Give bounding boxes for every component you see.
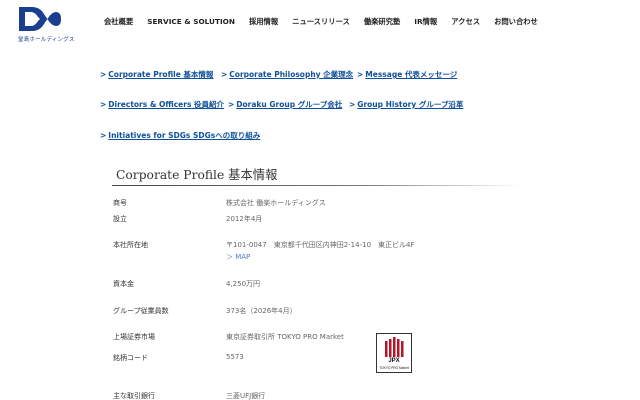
row-label-stock-market: 上場証券市場	[113, 333, 155, 341]
row-label-main-bank: 主な取引銀行	[113, 392, 155, 400]
chevron-right-icon: >	[100, 131, 107, 140]
company-logo[interactable]: 堂島ホールディングス	[14, 4, 74, 43]
row-value-employees: 373名（2026年4月）	[226, 307, 297, 315]
anchor-corporate-profile[interactable]: > Corporate Profile 基本情報	[100, 69, 213, 80]
nav-recruit[interactable]: 採用情報	[249, 17, 278, 27]
row-label-employees: グループ従業員数	[113, 307, 169, 315]
infinity-logo-icon	[19, 7, 61, 31]
row-label-capital: 資本金	[113, 280, 134, 288]
nav-service-solution[interactable]: SERVICE & SOLUTION	[147, 17, 235, 27]
anchor-label: Initiatives for SDGs SDGsへの取り組み	[108, 131, 261, 140]
anchor-message[interactable]: > Message 代表メッセージ	[357, 69, 457, 80]
row-value-main-bank: 三菱UFJ銀行	[226, 392, 266, 400]
jpx-sublabel: TOKYO PRO Market	[379, 366, 409, 370]
anchor-group-history[interactable]: > Group History グループ沿革	[349, 99, 463, 110]
chevron-right-icon: >	[357, 70, 364, 79]
anchor-doraku-group[interactable]: > Doraku Group グループ会社	[228, 99, 342, 110]
jpx-label: JPX	[388, 358, 400, 364]
anchor-directors-officers[interactable]: > Directors & Officers 役員紹介	[100, 99, 224, 110]
row-value-headquarters: 〒101-0047 東京都千代田区内神田2-14-10 東正ビル4F	[226, 241, 415, 249]
row-value-stock-code: 5573	[226, 353, 244, 361]
section-title: Corporate Profile 基本情報	[116, 168, 278, 182]
global-nav: 会社概要 SERVICE & SOLUTION 採用情報 ニュースリリース 働楽…	[104, 17, 538, 27]
anchor-label: Group History グループ沿革	[357, 100, 464, 109]
chevron-right-icon: >	[228, 100, 235, 109]
logo-text: 堂島ホールディングス	[18, 37, 75, 43]
anchor-label: Corporate Profile 基本情報	[108, 70, 214, 79]
nav-contact[interactable]: お問い合わせ	[494, 17, 538, 27]
map-link[interactable]: ＞ MAP	[226, 252, 250, 262]
row-value-capital: 4,250万円	[226, 280, 261, 288]
chevron-right-icon: >	[221, 70, 228, 79]
row-label-headquarters: 本社所在地	[113, 241, 148, 249]
anchor-label: Corporate Philosophy 企業理念	[229, 70, 354, 79]
anchor-label: Message 代表メッセージ	[365, 70, 458, 79]
row-value-company-name: 株式会社 働楽ホールディングス	[226, 199, 326, 207]
nav-research[interactable]: 働楽研究塾	[364, 17, 400, 27]
nav-ir[interactable]: IR情報	[414, 17, 437, 27]
jpx-logo-icon	[385, 337, 404, 357]
anchor-label: Doraku Group グループ会社	[236, 100, 343, 109]
anchor-label: Directors & Officers 役員紹介	[108, 100, 225, 109]
site-header: 堂島ホールディングス 会社概要 SERVICE & SOLUTION 採用情報 …	[0, 0, 640, 46]
jpx-logo: JPX TOKYO PRO Market	[376, 333, 412, 373]
nav-news[interactable]: ニュースリリース	[292, 17, 350, 27]
row-label-stock-code: 銘柄コード	[113, 354, 148, 362]
row-label-established: 設立	[113, 215, 127, 223]
chevron-right-icon: >	[100, 70, 107, 79]
row-label-company-name: 商号	[113, 199, 127, 207]
anchor-corporate-philosophy[interactable]: > Corporate Philosophy 企業理念	[221, 69, 353, 80]
anchor-sdgs[interactable]: > Initiatives for SDGs SDGsへの取り組み	[100, 130, 260, 141]
nav-company-overview[interactable]: 会社概要	[104, 17, 133, 27]
chevron-right-icon: >	[349, 100, 356, 109]
chevron-right-icon: >	[100, 100, 107, 109]
row-value-established: 2012年4月	[226, 215, 263, 223]
title-divider	[112, 185, 522, 186]
nav-access[interactable]: アクセス	[451, 17, 480, 27]
row-value-stock-market: 東京証券取引所 TOKYO PRO Market	[226, 333, 344, 341]
